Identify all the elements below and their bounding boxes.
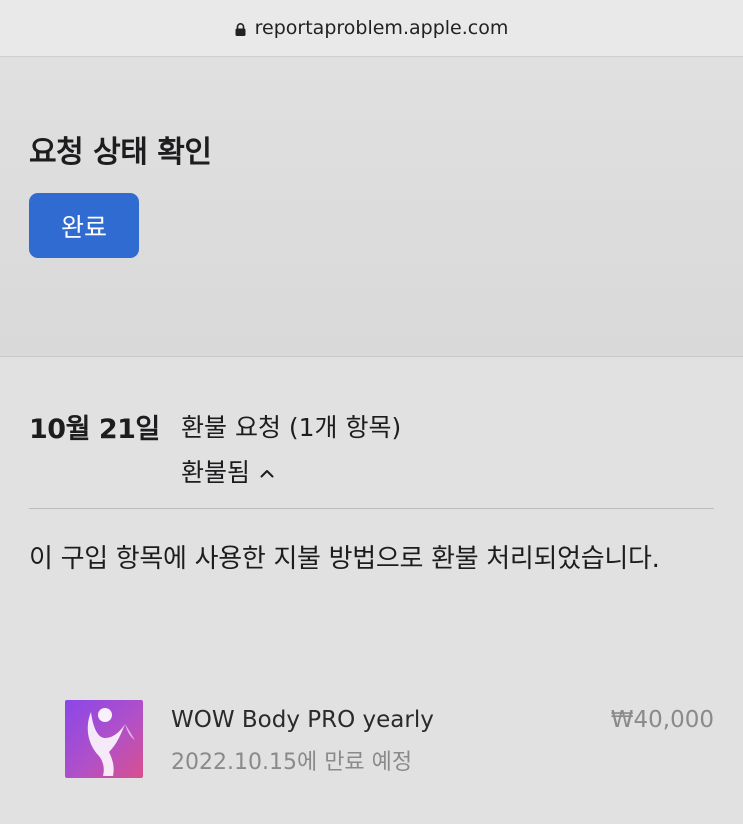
request-date: 10월 21일: [29, 414, 160, 445]
person-logo-icon: [87, 708, 135, 776]
item-name: WOW Body PRO yearly: [171, 707, 434, 733]
status-header: 요청 상태 확인 완료: [0, 57, 743, 357]
status-button[interactable]: 완료: [29, 193, 139, 258]
item-expiry: 2022.10.15에 만료 예정: [171, 750, 413, 775]
refund-message: 이 구입 항목에 사용한 지불 방법으로 환불 처리되었습니다.: [29, 544, 660, 574]
lock-icon: [235, 22, 246, 36]
request-status-label: 환불됨: [181, 458, 251, 487]
divider: [29, 508, 714, 509]
request-title: 환불 요청 (1개 항목): [181, 413, 402, 442]
chevron-up-icon: [260, 469, 274, 477]
page-title: 요청 상태 확인: [29, 135, 212, 170]
request-status-toggle[interactable]: 환불됨: [181, 453, 274, 489]
address-bar[interactable]: reportaproblem.apple.com: [0, 0, 743, 57]
url-text: reportaproblem.apple.com: [254, 17, 509, 39]
app-icon: [65, 700, 143, 778]
item-price: ₩40,000: [610, 707, 714, 733]
